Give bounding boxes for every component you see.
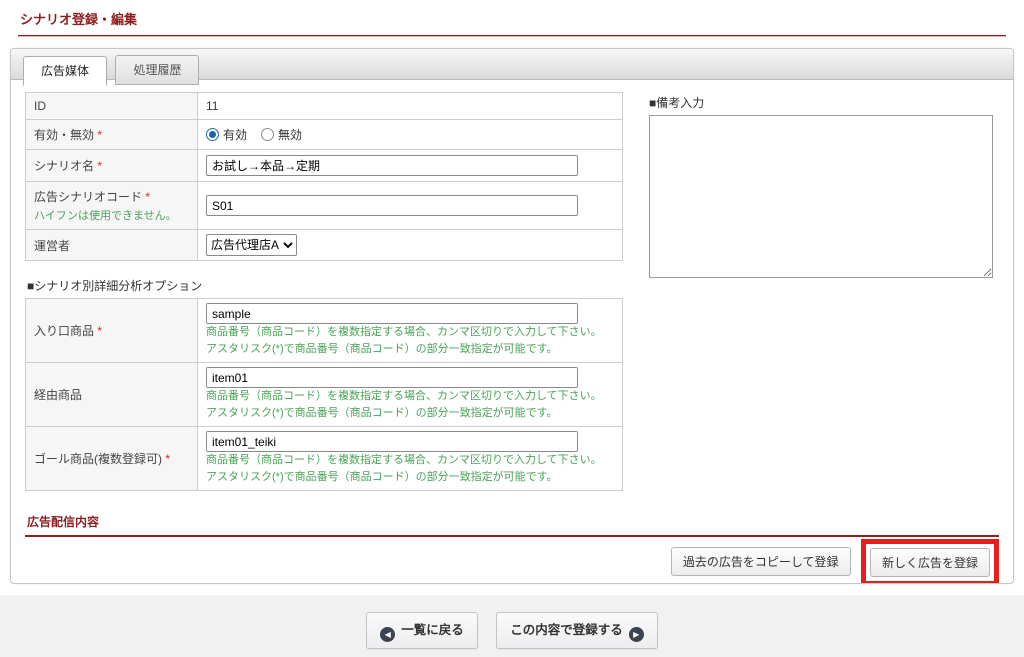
enabled-radio-off[interactable] bbox=[261, 128, 274, 141]
scenario-form-table: ID 11 有効・無効 * 有効 無効 シナリオ名 * bbox=[25, 92, 623, 261]
id-label: ID bbox=[34, 99, 46, 113]
help-text-line2: アスタリスク(*)で商品番号（商品コード）の部分一致指定が可能です。 bbox=[206, 341, 614, 358]
remarks-section-title: ■備考入力 bbox=[649, 94, 993, 111]
goal-product-label: ゴール商品(複数登録可) bbox=[34, 452, 162, 466]
scenario-code-label: 広告シナリオコード bbox=[34, 190, 142, 204]
enabled-radio-on[interactable] bbox=[206, 128, 219, 141]
page-title: シナリオ登録・編集 bbox=[0, 0, 1024, 28]
id-value: 11 bbox=[206, 99, 218, 113]
scenario-name-input[interactable] bbox=[206, 155, 578, 176]
table-row: シナリオ名 * bbox=[26, 150, 623, 182]
tab-ad-media[interactable]: 広告媒体 bbox=[23, 56, 107, 86]
via-product-input[interactable] bbox=[206, 367, 578, 388]
entry-product-label: 入り口商品 bbox=[34, 324, 94, 338]
goal-product-input[interactable] bbox=[206, 431, 578, 452]
highlight-annotation: 新しく広告を登録 bbox=[861, 539, 999, 584]
required-mark: * bbox=[94, 159, 102, 173]
entry-product-input[interactable] bbox=[206, 303, 578, 324]
scenario-code-input[interactable] bbox=[206, 195, 578, 216]
table-row: 経由商品 商品番号（商品コード）を複数指定する場合、カンマ区切りで入力して下さい… bbox=[26, 363, 623, 427]
required-mark: * bbox=[162, 452, 170, 466]
panel-content: ID 11 有効・無効 * 有効 無効 シナリオ名 * bbox=[11, 80, 1013, 491]
remarks-column: ■備考入力 bbox=[649, 92, 999, 491]
main-panel: 広告媒体 処理履歴 ID 11 有効・無効 * bbox=[10, 48, 1014, 584]
back-arrow-icon: ◀ bbox=[380, 627, 395, 642]
copy-past-ad-button[interactable]: 過去の広告をコピーして登録 bbox=[671, 547, 851, 576]
help-text-line2: アスタリスク(*)で商品番号（商品コード）の部分一致指定が可能です。 bbox=[206, 405, 614, 422]
via-product-label: 経由商品 bbox=[34, 388, 82, 402]
help-text-line1: 商品番号（商品コード）を複数指定する場合、カンマ区切りで入力して下さい。 bbox=[206, 388, 614, 405]
operator-label: 運営者 bbox=[34, 239, 70, 253]
scenario-name-label: シナリオ名 bbox=[34, 159, 94, 173]
enabled-label: 有効・無効 bbox=[34, 128, 94, 142]
ad-delivery-section-title: 広告配信内容 bbox=[27, 513, 999, 530]
register-new-ad-button[interactable]: 新しく広告を登録 bbox=[870, 548, 990, 577]
footer-action-bar: ◀ 一覧に戻る この内容で登録する ▶ bbox=[0, 595, 1024, 657]
forward-arrow-icon: ▶ bbox=[629, 627, 644, 642]
analysis-section-title: ■シナリオ別詳細分析オプション bbox=[27, 277, 623, 294]
ad-delivery-divider bbox=[25, 535, 999, 537]
help-text-line1: 商品番号（商品コード）を複数指定する場合、カンマ区切りで入力して下さい。 bbox=[206, 452, 614, 469]
table-row: 広告シナリオコード * ハイフンは使用できません。 bbox=[26, 182, 623, 230]
enabled-radio-off-label[interactable]: 無効 bbox=[278, 128, 302, 142]
tab-process-history[interactable]: 処理履歴 bbox=[115, 55, 199, 85]
table-row: 入り口商品 * 商品番号（商品コード）を複数指定する場合、カンマ区切りで入力して… bbox=[26, 299, 623, 363]
operator-select[interactable]: 広告代理店A bbox=[206, 234, 297, 256]
scenario-code-note: ハイフンは使用できません。 bbox=[34, 207, 189, 223]
required-mark: * bbox=[142, 190, 150, 204]
submit-registration-button[interactable]: この内容で登録する ▶ bbox=[496, 612, 658, 649]
tab-bar: 広告媒体 処理履歴 bbox=[11, 49, 1013, 80]
back-to-list-label: 一覧に戻る bbox=[401, 623, 464, 637]
enabled-radio-on-label[interactable]: 有効 bbox=[223, 128, 247, 142]
title-divider bbox=[18, 35, 1006, 37]
ad-delivery-section: 広告配信内容 過去の広告をコピーして登録 新しく広告を登録 広告配信ID ADコ… bbox=[11, 513, 1013, 584]
submit-registration-label: この内容で登録する bbox=[510, 623, 623, 637]
help-text-line2: アスタリスク(*)で商品番号（商品コード）の部分一致指定が可能です。 bbox=[206, 469, 614, 486]
required-mark: * bbox=[94, 128, 102, 142]
analysis-options-table: 入り口商品 * 商品番号（商品コード）を複数指定する場合、カンマ区切りで入力して… bbox=[25, 298, 623, 491]
table-row: 有効・無効 * 有効 無効 bbox=[26, 120, 623, 150]
table-row: ゴール商品(複数登録可) * 商品番号（商品コード）を複数指定する場合、カンマ区… bbox=[26, 427, 623, 491]
form-column: ID 11 有効・無効 * 有効 無効 シナリオ名 * bbox=[25, 92, 623, 491]
table-row: ID 11 bbox=[26, 93, 623, 120]
remarks-textarea[interactable] bbox=[649, 115, 993, 278]
help-text-line1: 商品番号（商品コード）を複数指定する場合、カンマ区切りで入力して下さい。 bbox=[206, 324, 614, 341]
table-row: 運営者 広告代理店A bbox=[26, 230, 623, 261]
back-to-list-button[interactable]: ◀ 一覧に戻る bbox=[366, 612, 478, 649]
ad-delivery-actions: 過去の広告をコピーして登録 新しく広告を登録 bbox=[25, 539, 999, 582]
required-mark: * bbox=[94, 324, 102, 338]
